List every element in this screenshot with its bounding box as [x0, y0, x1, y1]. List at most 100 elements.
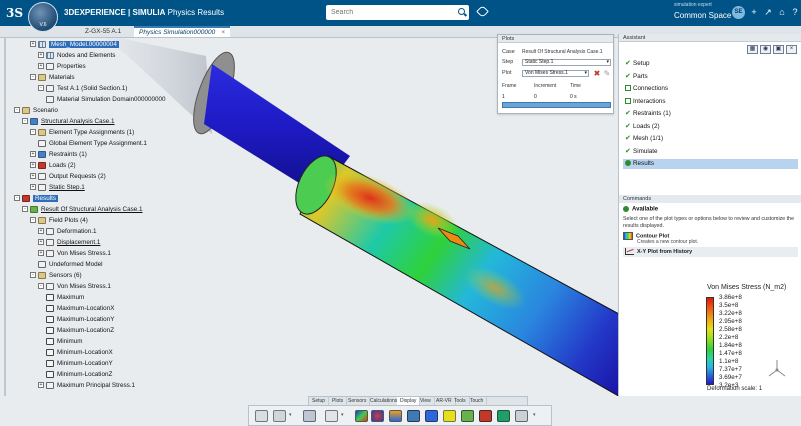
export-icon[interactable]	[497, 410, 510, 422]
collapse-icon[interactable]: -	[38, 85, 44, 92]
axis-triad-icon[interactable]	[766, 358, 788, 378]
capture-icon[interactable]	[515, 410, 528, 422]
undo-icon[interactable]	[255, 410, 268, 422]
tree-node[interactable]: - Element Type Assignments (1)	[30, 128, 134, 138]
tree-node[interactable]: - Result Of Structural Analysis Case.1	[22, 205, 143, 215]
expand-icon[interactable]: +	[30, 162, 36, 169]
tree-node[interactable]: - Test A.1 (Solid Section.1)	[38, 84, 127, 94]
assistant-step[interactable]: ✔ Simulate	[623, 147, 798, 157]
tree-node[interactable]: Minimum-LocationZ	[46, 370, 112, 380]
tree-node[interactable]: Undeformed Model	[38, 260, 103, 270]
animate-icon[interactable]	[371, 410, 384, 422]
image-icon[interactable]	[461, 410, 474, 422]
step-select[interactable]: Static Step.1	[522, 59, 611, 66]
expand-icon[interactable]: +	[30, 173, 36, 180]
share-icon[interactable]: ↗	[763, 7, 773, 17]
delete-plot-icon[interactable]: ✖	[593, 70, 601, 78]
tree-node[interactable]: + Nodes and Elements	[38, 51, 115, 61]
tree-node[interactable]: + Restraints (1)	[30, 150, 87, 160]
assistant-step[interactable]: Connections	[623, 84, 798, 94]
collapse-icon[interactable]: -	[30, 129, 36, 136]
probe-icon[interactable]	[425, 410, 438, 422]
tree-node[interactable]: + Mesh_Model.00000004	[30, 40, 119, 50]
collapse-icon[interactable]: -	[14, 107, 20, 114]
tree-node[interactable]: Maximum	[46, 293, 84, 303]
expand-icon[interactable]: +	[38, 382, 44, 389]
edit-plot-icon[interactable]: ✎	[603, 70, 611, 78]
tree-node[interactable]: Maximum-LocationY	[46, 315, 114, 325]
tree-node[interactable]: Global Element Type Assignment.1	[38, 139, 147, 149]
assistant-step[interactable]: ✔ Loads (2)	[623, 122, 798, 132]
tree-node[interactable]: + Von Mises Stress.1	[38, 249, 111, 259]
expand-icon[interactable]: +	[38, 228, 44, 235]
tree-node[interactable]: - Scenario	[14, 106, 58, 116]
collapse-icon[interactable]: -	[22, 206, 28, 213]
sensor-icon[interactable]	[443, 410, 456, 422]
expand-icon[interactable]: +	[30, 184, 36, 191]
tree-node[interactable]: + Properties	[38, 62, 86, 72]
tree-node[interactable]: - Structural Analysis Case.1	[22, 117, 115, 127]
search-input[interactable]	[326, 5, 469, 20]
close-panel-icon[interactable]: ×	[786, 45, 797, 54]
collapse-icon[interactable]: -	[30, 74, 36, 81]
copy-icon[interactable]	[273, 410, 286, 422]
expand-icon[interactable]: +	[38, 63, 44, 70]
chevron-down-icon[interactable]: ▾	[341, 412, 344, 418]
tree-node[interactable]: + Maximum Principal Stress.1	[38, 381, 135, 391]
compass-widget[interactable]: V.6	[28, 2, 58, 32]
tree-node[interactable]: Material Simulation Domain000000000	[46, 95, 166, 105]
tree-node[interactable]: + Static Step.1	[30, 183, 85, 193]
contour-display-icon[interactable]	[355, 410, 368, 422]
collapse-icon[interactable]: -	[38, 283, 44, 290]
layout-icon[interactable]: ▣	[773, 45, 784, 54]
tree-node[interactable]: - Von Mises Stress.1	[38, 282, 111, 292]
collapse-icon[interactable]: -	[30, 272, 36, 279]
assistant-step[interactable]: ✔ Mesh (1/1)	[623, 134, 798, 144]
close-icon[interactable]: ×	[221, 29, 225, 36]
chevron-down-icon[interactable]: ▾	[533, 412, 536, 418]
eye-icon[interactable]: ◉	[760, 45, 771, 54]
avatar[interactable]: SE	[732, 6, 745, 19]
play-icon[interactable]	[407, 410, 420, 422]
tab-z-gx-55[interactable]: Z-GX-55 A.1	[80, 27, 126, 38]
expand-icon[interactable]: +	[38, 250, 44, 257]
home-icon[interactable]: ⌂	[777, 7, 787, 17]
report-icon[interactable]	[479, 410, 492, 422]
tree-node[interactable]: + Displacement.1	[38, 238, 100, 248]
assistant-step[interactable]: ✔ Setup	[623, 59, 798, 69]
assistant-step[interactable]: Results	[623, 159, 798, 169]
deformation-icon[interactable]	[389, 410, 402, 422]
frame-slider[interactable]	[502, 102, 611, 108]
tree-node[interactable]: Minimum-LocationY	[46, 359, 113, 369]
collapse-icon[interactable]: -	[30, 217, 36, 224]
expand-icon[interactable]: +	[30, 151, 36, 158]
tree-node[interactable]: Maximum-LocationX	[46, 304, 114, 314]
select-icon[interactable]	[303, 410, 316, 422]
tree-node[interactable]: + Output Requests (2)	[30, 172, 106, 182]
plot-select[interactable]: Von Mises Stress.1	[522, 70, 589, 77]
tree-node[interactable]: - Sensors (6)	[30, 271, 82, 281]
xy-plot-command[interactable]: X-Y Plot from History	[623, 247, 798, 257]
chevron-down-icon[interactable]: ▾	[289, 412, 292, 418]
collaborative-space-dropdown[interactable]: Common Space	[674, 11, 737, 20]
expand-icon[interactable]: +	[30, 41, 36, 48]
assistant-step[interactable]: Interactions	[623, 97, 798, 107]
tree-node[interactable]: Minimum-LocationX	[46, 348, 113, 358]
tree-node[interactable]: - Field Plots (4)	[30, 216, 88, 226]
tree-node[interactable]: - Results	[14, 194, 58, 204]
collapse-icon[interactable]: -	[22, 118, 28, 125]
tree-node[interactable]: + Loads (2)	[30, 161, 76, 171]
table-view-icon[interactable]: ▦	[747, 45, 758, 54]
assistant-step[interactable]: ✔ Restraints (1)	[623, 109, 798, 119]
tag-icon[interactable]	[476, 5, 489, 18]
search-icon[interactable]	[458, 8, 465, 15]
collapse-icon[interactable]: -	[14, 195, 20, 202]
help-icon[interactable]: ?	[790, 7, 800, 17]
expand-icon[interactable]: +	[38, 52, 44, 59]
contour-plot-command[interactable]: Contour Plot Creates a new contour plot.	[623, 232, 698, 245]
expand-icon[interactable]: +	[38, 239, 44, 246]
tree-node[interactable]: Maximum-LocationZ	[46, 326, 114, 336]
plus-icon[interactable]: +	[749, 7, 759, 17]
tree-node[interactable]: + Deformation.1	[38, 227, 97, 237]
tree-node[interactable]: - Materials	[30, 73, 75, 83]
